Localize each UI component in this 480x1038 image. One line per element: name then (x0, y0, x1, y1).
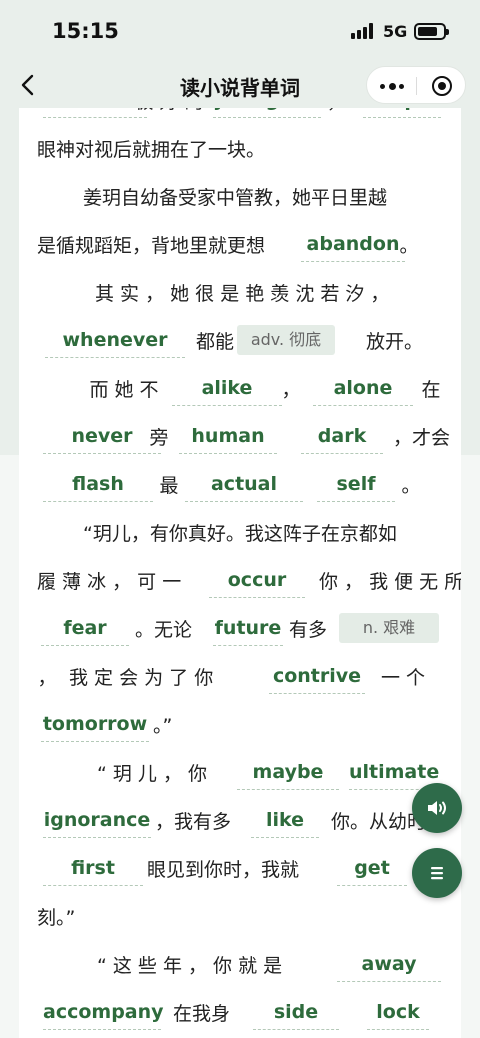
story-text-segment: 一 个 (381, 667, 426, 689)
story-text-segment: 最 (159, 475, 179, 497)
story-text-segment: 你 ， 我 便 无 所 (319, 571, 461, 593)
story-text-segment: ，我有多 (155, 811, 232, 833)
story-text-segment: “ 玥 儿 ， 你 (97, 763, 208, 785)
story-text-segment: 都能 (195, 331, 234, 353)
vocab-word[interactable]: future (213, 612, 283, 646)
story-text-segment: 在 (421, 379, 441, 401)
vocab-word[interactable]: human (179, 420, 277, 454)
vocab-word[interactable]: flash (43, 468, 153, 502)
story-line: ignorance ，我有多 like 你。从幼时 (19, 798, 461, 846)
vocab-word[interactable]: like (251, 804, 319, 838)
vocab-word[interactable]: contrive (269, 660, 365, 694)
story-text-segment: 。 (401, 475, 421, 497)
story-text-segment: 眼见到你时，我就 (147, 859, 300, 881)
story-text-segment: 刻。” (37, 907, 76, 929)
vocab-word[interactable]: ultimate (349, 756, 439, 790)
story-line: 刻。” (19, 894, 461, 942)
story-text-segment: 姜玥自幼备受家中管教，她平日里越 (83, 187, 388, 209)
story-text-segment: “ 这 些 年 ， 你 就 是 (97, 955, 283, 977)
more-button[interactable] (367, 67, 416, 105)
story-line: whenever 都能 adv. 彻底 放开。 (19, 318, 461, 366)
story-text-segment: 履 薄 冰 ， 可 一 (37, 571, 182, 593)
vocab-word[interactable]: alike (172, 372, 282, 406)
translation-hint[interactable]: n. 艰难 (339, 613, 439, 643)
vocab-word[interactable]: tomorrow (41, 708, 149, 742)
story-line: 其 实 ， 她 很 是 艳 羡 沈 若 汐 ， (19, 270, 461, 318)
vocab-word[interactable]: get (337, 852, 407, 886)
status-bar: 15:15 5G (0, 0, 480, 62)
story-line: 履 薄 冰 ， 可 一 occur 你 ， 我 便 无 所 (19, 558, 461, 606)
story-line: “ 玥 儿 ， 你 maybe ultimate (19, 750, 461, 798)
nav-bar: 读小说背单词 (0, 62, 480, 108)
vocab-word[interactable]: never (43, 420, 161, 454)
vocab-word[interactable]: whenever (45, 324, 185, 358)
story-text-segment: ， (37, 667, 57, 689)
story-line: first 眼见到你时，我就 get (19, 846, 461, 894)
vocab-word[interactable]: fear (41, 612, 129, 646)
vocab-word[interactable]: self (317, 468, 395, 502)
battery-icon (414, 23, 449, 40)
story-text-segment: 旁 (149, 427, 169, 449)
story-line: accompany 在我身 side lock (19, 990, 461, 1038)
story-text-segment: 。 (399, 235, 419, 257)
story-line: ， 我 定 会 为 了 你 contrive 一 个 (19, 654, 461, 702)
story-text-segment: 。” (153, 715, 173, 737)
vocab-word[interactable]: accompany (43, 996, 164, 1030)
story-line: fear 。无论 future 有多 n. 艰难 (19, 606, 461, 654)
story-text-segment: 。无论 (135, 619, 193, 641)
story-text-segment: ，才会 (393, 427, 451, 449)
story-text-segment: 极 好 的 (131, 108, 207, 126)
vocab-word[interactable]: dark (301, 420, 383, 454)
vocab-word[interactable]: lock (367, 996, 429, 1030)
vocab-word[interactable]: away (337, 948, 441, 982)
vocab-word[interactable]: alone (313, 372, 413, 406)
list-menu-icon (431, 867, 443, 880)
vocab-word[interactable]: first (43, 852, 143, 886)
story-text-segment: 其 实 ， 她 很 是 艳 羡 沈 若 汐 ， (95, 283, 390, 305)
story-line: 是循规蹈矩，背地里就更想 abandon。 (19, 222, 461, 270)
vocab-word[interactable]: maybe (237, 756, 339, 790)
mini-program-capsule (366, 66, 466, 104)
story-text-segment: ， (281, 379, 301, 401)
story-line: tomorrow。” (19, 702, 461, 750)
story-line: feature极 好 的youngster，couple (19, 108, 461, 126)
story-line: never 旁 human dark ，才会 (19, 414, 461, 462)
menu-button[interactable] (412, 848, 462, 898)
close-button[interactable] (417, 67, 467, 105)
story-line: 眼神对视后就拥在了一块。 (19, 126, 461, 174)
story-text-segment: 我 定 会 为 了 你 (69, 667, 214, 689)
story-card: feature极 好 的youngster，couple眼神对视后就拥在了一块。… (19, 108, 461, 1038)
vocab-word[interactable]: ignorance (43, 804, 151, 838)
vocab-word[interactable]: occur (209, 564, 305, 598)
story-text-segment: 放开。 (366, 331, 424, 353)
translation-hint[interactable]: adv. 彻底 (237, 325, 335, 355)
story-line: 姜玥自幼备受家中管教，她平日里越 (19, 174, 461, 222)
status-time: 15:15 (52, 19, 119, 43)
vocab-word[interactable]: actual (185, 468, 303, 502)
network-type: 5G (383, 22, 408, 41)
story-text-segment: 有多 (289, 619, 328, 641)
vocab-word[interactable]: couple (363, 108, 441, 118)
speaker-icon (428, 801, 446, 815)
story-line: “玥儿，有你真好。我这阵子在京都如 (19, 510, 461, 558)
signal-icon (351, 23, 375, 39)
audio-button[interactable] (412, 783, 462, 833)
story-text-segment: “玥儿，有你真好。我这阵子在京都如 (83, 523, 397, 545)
vocab-word[interactable]: side (253, 996, 339, 1030)
story-text-segment: 是循规蹈矩，背地里就更想 (37, 235, 266, 257)
story-line: “ 这 些 年 ， 你 就 是 away (19, 942, 461, 990)
story-text-segment: ， (327, 108, 346, 126)
vocab-word[interactable]: abandon (301, 228, 405, 262)
story-text-segment: 眼神对视后就拥在了一块。 (37, 139, 266, 161)
story-line: flash 最 actual self 。 (19, 462, 461, 510)
story-line: 而 她 不 alike， alone 在 (19, 366, 461, 414)
story-text-segment: 在我身 (173, 1003, 231, 1025)
story-text-segment: 而 她 不 (89, 379, 159, 401)
vocab-word[interactable]: youngster (213, 108, 322, 118)
